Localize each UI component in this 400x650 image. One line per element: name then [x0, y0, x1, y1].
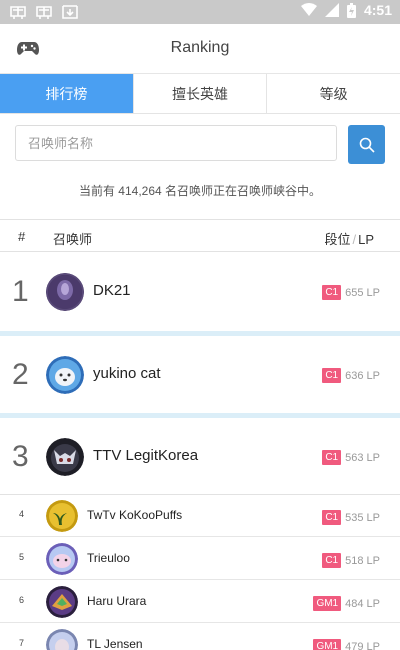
lp-value: 563 LP	[345, 451, 380, 464]
tab-level[interactable]: 等级	[267, 74, 400, 113]
rank-number: 6	[19, 595, 25, 605]
rank-number: 5	[19, 552, 25, 562]
clock: 4:51	[363, 2, 392, 18]
summoner-name: TTV LegitKorea	[93, 447, 199, 464]
tier-badge: C1	[322, 510, 342, 525]
lp-value: 655 LP	[345, 286, 380, 299]
rank-number: 3	[12, 440, 29, 473]
page-title: Ranking	[170, 39, 230, 56]
ranking-row[interactable]: 2 yukino cat C1 636 LP	[0, 336, 400, 414]
lp-value: 484 LP	[345, 597, 380, 610]
lp-value: 535 LP	[345, 511, 380, 524]
table-header: # 召唤师 段位 / LP	[0, 219, 400, 252]
column-summoner: 召唤师	[53, 232, 93, 247]
tier-badge: GM1	[313, 596, 342, 611]
download-notification-icon	[62, 5, 78, 19]
tab-bar: 排行榜 擅长英雄 等级	[0, 74, 400, 114]
ranking-row[interactable]: 6 Haru Urara GM1 484 LP	[0, 581, 400, 623]
column-lp: LP	[358, 232, 374, 247]
summoner-avatar	[46, 273, 84, 311]
rank-number: 4	[19, 509, 25, 519]
status-bar: 4:51	[0, 0, 400, 24]
tier-lp: C1 563 LP	[322, 450, 380, 465]
summoner-avatar	[46, 438, 84, 476]
tier-lp: C1 535 LP	[322, 510, 380, 525]
tier-lp: C1 655 LP	[322, 285, 380, 300]
tier-badge: GM1	[313, 639, 342, 650]
column-tier-lp: 段位 / LP	[324, 229, 374, 248]
tier-lp: C1 636 LP	[322, 368, 380, 383]
wifi-icon	[300, 3, 317, 16]
summoner-name: Trieuloo	[87, 551, 130, 565]
lp-value: 518 LP	[345, 554, 380, 567]
summoner-name: Haru Urara	[87, 594, 147, 608]
column-rank: #	[18, 229, 26, 244]
summoner-name: TwTv KoKooPuffs	[87, 508, 183, 522]
summoner-name: TL Jensen	[87, 637, 143, 650]
column-separator: /	[352, 232, 357, 247]
summoner-name: yukino cat	[93, 365, 161, 382]
tier-lp: C1 518 LP	[322, 553, 380, 568]
app-notification-icon	[36, 6, 52, 19]
tier-badge: C1	[322, 285, 342, 300]
rank-number: 1	[12, 275, 29, 308]
app-bar: Ranking	[0, 24, 400, 74]
rank-number: 2	[12, 358, 29, 391]
battery-icon	[346, 2, 356, 18]
summoner-avatar	[46, 356, 84, 394]
ranking-row[interactable]: 7 TL Jensen GM1 479 LP	[0, 624, 400, 650]
ranking-row[interactable]: 5 Trieuloo C1 518 LP	[0, 538, 400, 580]
rank-number: 7	[19, 638, 25, 648]
lp-value: 479 LP	[345, 640, 380, 650]
summoner-avatar	[46, 629, 78, 650]
tier-badge: C1	[322, 368, 342, 383]
summoner-name: DK21	[93, 282, 131, 299]
search-icon	[359, 137, 375, 153]
tier-badge: C1	[322, 553, 342, 568]
tab-ranking[interactable]: 排行榜	[0, 74, 134, 113]
summoner-count-text: 当前有 414,264 名召唤师正在召唤师峡谷中。	[78, 184, 322, 198]
tab-champions[interactable]: 擅长英雄	[133, 74, 268, 113]
summoner-search-input[interactable]	[15, 125, 337, 161]
tier-badge: C1	[322, 450, 342, 465]
column-tier: 段位	[324, 232, 351, 247]
tier-lp: GM1 484 LP	[313, 596, 380, 611]
ranking-row[interactable]: 3 TTV LegitKorea C1 563 LP	[0, 418, 400, 496]
summoner-avatar	[46, 543, 78, 575]
search-button[interactable]	[348, 125, 385, 164]
summoner-avatar	[46, 586, 78, 618]
summoner-avatar	[46, 500, 78, 532]
ranking-row[interactable]: 4 TwTv KoKooPuffs C1 535 LP	[0, 495, 400, 537]
lp-value: 636 LP	[345, 369, 380, 382]
app-notification-icon	[10, 6, 26, 19]
ranking-row[interactable]: 1 DK21 C1 655 LP	[0, 253, 400, 331]
signal-icon	[324, 3, 339, 17]
tier-lp: GM1 479 LP	[313, 639, 380, 650]
